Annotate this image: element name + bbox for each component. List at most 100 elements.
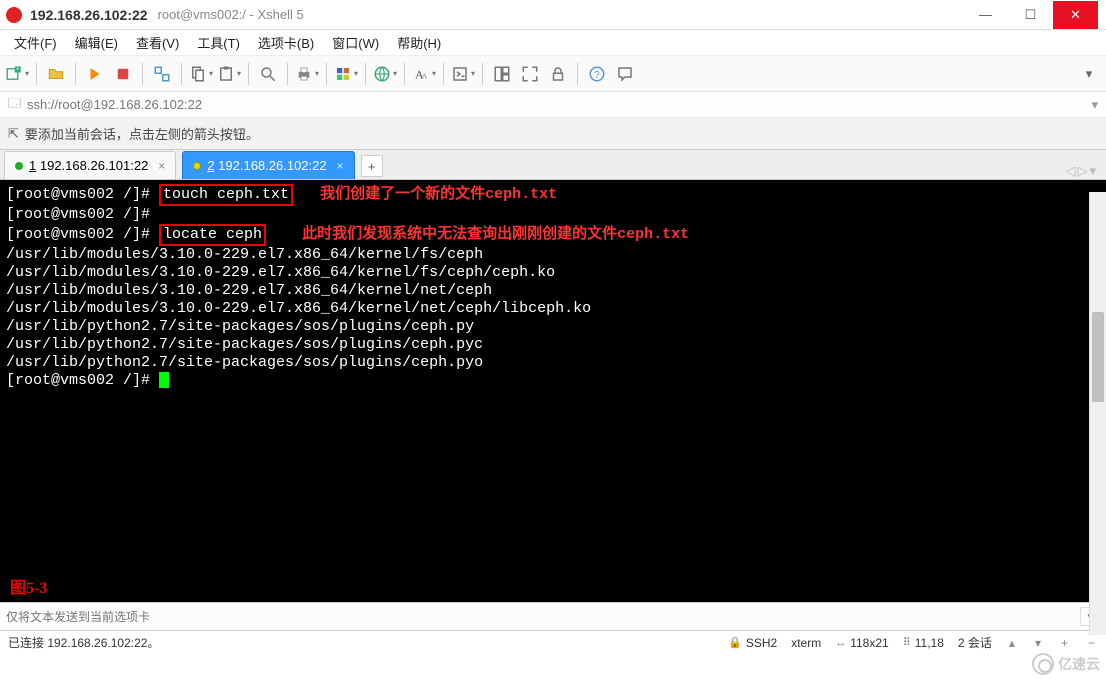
menu-tabs[interactable]: 选项卡(B) <box>250 30 322 55</box>
disconnect-button[interactable] <box>110 61 136 87</box>
session-remove-icon[interactable]: − <box>1085 636 1098 650</box>
new-session-button[interactable]: + <box>4 61 30 87</box>
add-session-arrow-icon[interactable]: ⇱ <box>8 126 19 142</box>
annotation: 我们创建了一个新的文件ceph.txt <box>320 186 557 203</box>
menu-view[interactable]: 查看(V) <box>128 30 187 55</box>
tab-label: 192.168.26.101:22 <box>40 158 148 173</box>
tab-number: 1 <box>29 158 36 173</box>
session-down-icon[interactable]: ▾ <box>1032 636 1044 650</box>
status-connection: 已连接 192.168.26.102:22。 <box>8 634 159 651</box>
status-protocol: 🔒SSH2 <box>728 636 777 650</box>
output-line: /usr/lib/python2.7/site-packages/sos/plu… <box>6 336 1100 354</box>
message-text: 要添加当前会话，点击左侧的箭头按钮。 <box>25 124 259 143</box>
address-dropdown-icon[interactable]: ▾ <box>1091 97 1098 113</box>
address-bar: 🗔 ssh://root@192.168.26.102:22 ▾ <box>0 92 1106 118</box>
reconnect-button[interactable] <box>82 61 108 87</box>
status-cursor-pos: ⠿11,18 <box>903 636 944 650</box>
prompt: [root@vms002 /]# <box>6 226 159 243</box>
tab-1[interactable]: 1 192.168.26.101:22 × <box>4 151 176 179</box>
watermark: 亿速云 <box>1032 653 1100 675</box>
tab-close-icon[interactable]: × <box>158 159 165 173</box>
encoding-button[interactable] <box>372 61 398 87</box>
tab-nav-left-icon[interactable]: ◁ <box>1065 163 1075 179</box>
scrollbar[interactable] <box>1089 192 1106 635</box>
menu-window[interactable]: 窗口(W) <box>324 30 387 55</box>
help-button[interactable]: ? <box>584 61 610 87</box>
status-sessions: 2 会话 <box>958 634 992 651</box>
address-lock-icon: 🗔 <box>8 94 21 115</box>
window-title-main: 192.168.26.102:22 <box>30 7 148 23</box>
menu-tools[interactable]: 工具(T) <box>189 30 248 55</box>
tab-add-button[interactable]: + <box>361 155 383 177</box>
tab-bar: 1 192.168.26.101:22 × 2 192.168.26.102:2… <box>0 150 1106 180</box>
svg-text:+: + <box>16 67 20 73</box>
tab-status-icon <box>193 162 201 170</box>
prompt: [root@vms002 /]# <box>6 206 150 223</box>
fullscreen-button[interactable] <box>517 61 543 87</box>
tab-nav: ◁ ▷ ▾ <box>1065 163 1106 179</box>
output-line: /usr/lib/python2.7/site-packages/sos/plu… <box>6 354 1100 372</box>
watermark-text: 亿速云 <box>1058 654 1100 674</box>
feedback-button[interactable] <box>612 61 638 87</box>
layout-button[interactable] <box>489 61 515 87</box>
message-bar: ⇱ 要添加当前会话，点击左侧的箭头按钮。 <box>0 118 1106 150</box>
minimize-button[interactable]: — <box>963 1 1008 29</box>
cursor-pos-icon: ⠿ <box>903 636 911 649</box>
paste-button[interactable] <box>216 61 242 87</box>
tool-bar: + AA ? ▾ <box>0 56 1106 92</box>
output-line: /usr/lib/modules/3.10.0-229.el7.x86_64/k… <box>6 300 1100 318</box>
annotation: 此时我们发现系统中无法查询出刚刚创建的文件ceph.txt <box>302 226 689 243</box>
scrollbar-thumb[interactable] <box>1092 312 1104 402</box>
prompt: [root@vms002 /]# <box>6 372 159 389</box>
send-input[interactable] <box>6 610 1080 624</box>
status-bar: 已连接 192.168.26.102:22。 🔒SSH2 xterm ↔118x… <box>0 630 1106 654</box>
status-size: ↔118x21 <box>835 636 888 650</box>
address-url[interactable]: ssh://root@192.168.26.102:22 <box>27 97 202 112</box>
output-line: /usr/lib/modules/3.10.0-229.el7.x86_64/k… <box>6 246 1100 264</box>
find-button[interactable] <box>255 61 281 87</box>
tab-nav-menu-icon[interactable]: ▾ <box>1089 163 1096 179</box>
output-line: /usr/lib/modules/3.10.0-229.el7.x86_64/k… <box>6 282 1100 300</box>
output-line: /usr/lib/python2.7/site-packages/sos/plu… <box>6 318 1100 336</box>
svg-text:?: ? <box>594 69 600 80</box>
window-title-sub: root@vms002:/ - Xshell 5 <box>158 7 304 22</box>
send-bar: ▾ <box>0 602 1106 630</box>
properties-button[interactable] <box>149 61 175 87</box>
tab-status-icon <box>15 162 23 170</box>
svg-text:A: A <box>422 71 428 80</box>
command-boxed: touch ceph.txt <box>159 184 293 206</box>
lock-icon: 🔒 <box>728 636 742 649</box>
tab-2[interactable]: 2 192.168.26.102:22 × <box>182 151 354 179</box>
font-button[interactable]: AA <box>411 61 437 87</box>
menu-bar: 文件(F) 编辑(E) 查看(V) 工具(T) 选项卡(B) 窗口(W) 帮助(… <box>0 30 1106 56</box>
output-line: /usr/lib/modules/3.10.0-229.el7.x86_64/k… <box>6 264 1100 282</box>
copy-button[interactable] <box>188 61 214 87</box>
color-scheme-button[interactable] <box>333 61 359 87</box>
command-boxed: locate ceph <box>159 224 266 246</box>
watermark-icon <box>1032 653 1054 675</box>
session-up-icon[interactable]: ▴ <box>1006 636 1018 650</box>
app-icon <box>6 7 22 23</box>
maximize-button[interactable]: ☐ <box>1008 1 1053 29</box>
tab-number: 2 <box>207 158 214 173</box>
close-button[interactable]: ✕ <box>1053 1 1098 29</box>
tab-label: 192.168.26.102:22 <box>218 158 326 173</box>
script-button[interactable] <box>450 61 476 87</box>
menu-help[interactable]: 帮助(H) <box>389 30 449 55</box>
prompt: [root@vms002 /]# <box>6 186 159 203</box>
figure-label: 图5-3 <box>10 580 47 598</box>
resize-icon: ↔ <box>835 637 846 649</box>
menu-file[interactable]: 文件(F) <box>6 30 65 55</box>
lock-button[interactable] <box>545 61 571 87</box>
tab-nav-right-icon[interactable]: ▷ <box>1077 163 1087 179</box>
title-bar: 192.168.26.102:22 root@vms002:/ - Xshell… <box>0 0 1106 30</box>
terminal[interactable]: [root@vms002 /]# touch ceph.txt 我们创建了一个新… <box>0 180 1106 602</box>
cursor <box>159 372 169 388</box>
status-terminal-type: xterm <box>791 636 821 650</box>
toolbar-menu-button[interactable]: ▾ <box>1076 61 1102 87</box>
tab-close-icon[interactable]: × <box>337 159 344 173</box>
session-add-icon[interactable]: + <box>1058 636 1071 650</box>
print-button[interactable] <box>294 61 320 87</box>
open-button[interactable] <box>43 61 69 87</box>
menu-edit[interactable]: 编辑(E) <box>67 30 126 55</box>
